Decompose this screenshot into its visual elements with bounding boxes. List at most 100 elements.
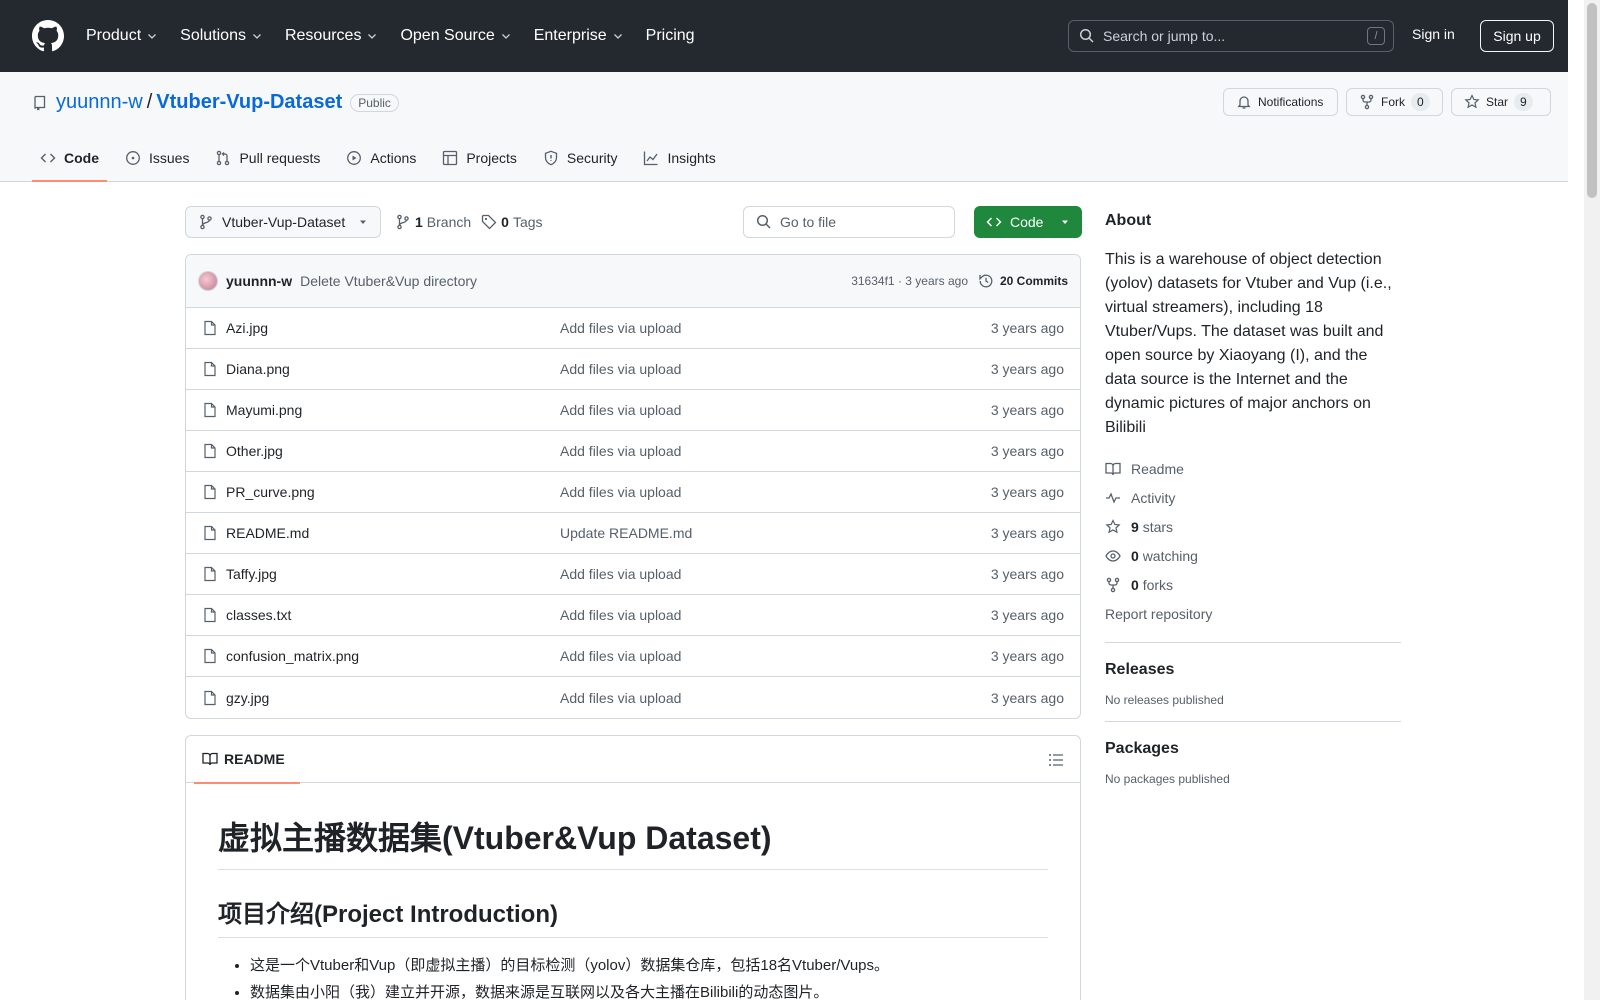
watching-count: 0 [1131, 547, 1139, 564]
nav-open-source[interactable]: Open Source [400, 27, 521, 45]
tab-security[interactable]: Security [535, 134, 626, 182]
tab-actions[interactable]: Actions [338, 134, 424, 182]
file-commit-message-link[interactable]: Add files via upload [560, 402, 681, 418]
file-commit-message-link[interactable]: Add files via upload [560, 361, 681, 377]
code-dropdown-button[interactable]: Code [974, 206, 1082, 238]
fork-icon [1360, 94, 1374, 110]
packages-heading[interactable]: Packages [1105, 740, 1401, 758]
table-row[interactable]: README.md Update README.md 3 years ago [186, 513, 1080, 554]
sign-up-button[interactable]: Sign up [1480, 20, 1554, 52]
bell-icon [1237, 96, 1251, 109]
file-commit-message-link[interactable]: Add files via upload [560, 690, 681, 706]
file-icon [204, 361, 216, 377]
file-commit-message-link[interactable]: Update README.md [560, 525, 692, 541]
go-to-file-input[interactable]: Go to file [743, 206, 955, 238]
search-input[interactable]: Search or jump to... / [1068, 20, 1394, 52]
forks-link[interactable]: 0 forks [1105, 570, 1401, 599]
file-name-link[interactable]: PR_curve.png [226, 484, 315, 500]
file-icon [204, 443, 216, 459]
github-logo-icon[interactable] [32, 20, 64, 52]
file-commit-message-link[interactable]: Add files via upload [560, 607, 681, 623]
notifications-button[interactable]: Notifications [1223, 88, 1338, 116]
nav-solutions[interactable]: Solutions [180, 27, 273, 45]
readme-tab[interactable]: README [194, 736, 300, 784]
tab-code[interactable]: Code [32, 134, 107, 182]
repo-owner-link[interactable]: yuunnn-w [56, 91, 143, 114]
top-nav: Product Solutions Resources Open Source … [86, 27, 717, 45]
table-row[interactable]: Taffy.jpg Add files via upload 3 years ago [186, 554, 1080, 595]
file-name-link[interactable]: Other.jpg [226, 443, 283, 459]
file-name-link[interactable]: gzy.jpg [226, 690, 269, 706]
nav-product[interactable]: Product [86, 27, 168, 45]
commit-hash-link[interactable]: 31634f1 [851, 274, 894, 288]
watching-link[interactable]: 0 watching [1105, 541, 1401, 570]
file-name-link[interactable]: Azi.jpg [226, 320, 268, 336]
scrollbar-thumb[interactable] [1587, 3, 1597, 198]
commit-message-link[interactable]: Delete Vtuber&Vup directory [300, 273, 477, 289]
readme-link-label: Readme [1131, 460, 1184, 477]
repo-name-link[interactable]: Vtuber-Vup-Dataset [156, 91, 342, 114]
branch-icon [200, 214, 212, 230]
tab-issues[interactable]: Issues [117, 134, 197, 182]
tab-pull-requests[interactable]: Pull requests [207, 134, 328, 182]
stars-label: stars [1142, 518, 1174, 535]
releases-heading[interactable]: Releases [1105, 661, 1401, 679]
nav-pricing[interactable]: Pricing [646, 27, 705, 45]
file-commit-message-link[interactable]: Add files via upload [560, 566, 681, 582]
nav-resources[interactable]: Resources [285, 27, 388, 45]
repo-path-separator: / [146, 91, 153, 113]
file-commit-message-link[interactable]: Add files via upload [560, 443, 681, 459]
file-age: 3 years ago [990, 689, 1064, 706]
history-icon [979, 274, 993, 288]
table-row[interactable]: Other.jpg Add files via upload 3 years ago [186, 431, 1080, 472]
tab-insights[interactable]: Insights [635, 134, 723, 182]
report-repository-link[interactable]: Report repository [1105, 599, 1401, 628]
file-name-link[interactable]: classes.txt [226, 607, 291, 623]
branch-selector[interactable]: Vtuber-Vup-Dataset [185, 206, 381, 238]
repo-description: This is a warehouse of object detection … [1105, 251, 1392, 436]
table-row[interactable]: Azi.jpg Add files via upload 3 years ago [186, 308, 1080, 349]
nav-resources-label: Resources [284, 27, 362, 44]
table-row[interactable]: Diana.png Add files via upload 3 years ago [186, 349, 1080, 390]
shield-icon [544, 150, 558, 166]
tab-projects[interactable]: Projects [434, 134, 525, 182]
tags-link[interactable]: 0 Tags [481, 214, 543, 230]
file-name-link[interactable]: Mayumi.png [226, 402, 302, 418]
repo-title: yuunnn-w / Vtuber-Vup-Dataset Public [32, 91, 399, 114]
branch-count: 1 [415, 214, 423, 230]
commits-link[interactable]: 20 Commits [978, 273, 1068, 289]
file-name-link[interactable]: Diana.png [226, 361, 290, 377]
readme-link[interactable]: Readme [1105, 454, 1401, 483]
table-row[interactable]: PR_curve.png Add files via upload 3 years … [186, 472, 1080, 513]
star-button[interactable]: Star 9 [1451, 88, 1551, 116]
activity-link[interactable]: Activity [1105, 483, 1401, 512]
nav-enterprise[interactable]: Enterprise [534, 27, 634, 45]
eye-icon [1105, 549, 1121, 562]
file-name-link[interactable]: README.md [226, 525, 309, 541]
nav-open-source-label: Open Source [400, 27, 495, 44]
file-commit-message-link[interactable]: Add files via upload [560, 320, 681, 336]
fork-button[interactable]: Fork 0 [1346, 88, 1443, 116]
table-row[interactable]: gzy.jpg Add files via upload 3 years ago [186, 677, 1080, 718]
commit-separator: · [897, 274, 902, 288]
file-age: 3 years ago [990, 443, 1064, 459]
branches-link[interactable]: 1 Branch [395, 214, 471, 230]
file-name-link[interactable]: confusion_matrix.png [226, 648, 359, 664]
list-outline-icon[interactable] [1048, 752, 1064, 768]
avatar[interactable] [198, 271, 218, 291]
table-row[interactable]: Mayumi.png Add files via upload 3 years ag… [186, 390, 1080, 431]
stars-link[interactable]: 9 stars [1105, 512, 1401, 541]
commits-label: 20 Commits [999, 274, 1068, 288]
repo-header: yuunnn-w / Vtuber-Vup-Dataset Public Not… [0, 72, 1568, 182]
commit-author-link[interactable]: yuunnn-w [226, 273, 292, 289]
visibility-badge: Public [350, 93, 399, 112]
caret-down-icon [1062, 220, 1068, 224]
table-row[interactable]: confusion_matrix.png Add files via upload… [186, 636, 1080, 677]
sign-in-link[interactable]: Sign in [1412, 26, 1455, 42]
search-shortcut-key: / [1367, 27, 1385, 45]
file-icon [204, 648, 216, 664]
file-commit-message-link[interactable]: Add files via upload [560, 648, 681, 664]
file-name-link[interactable]: Taffy.jpg [226, 566, 277, 582]
table-row[interactable]: classes.txt Add files via upload 3 years a… [186, 595, 1080, 636]
file-commit-message-link[interactable]: Add files via upload [560, 484, 681, 500]
